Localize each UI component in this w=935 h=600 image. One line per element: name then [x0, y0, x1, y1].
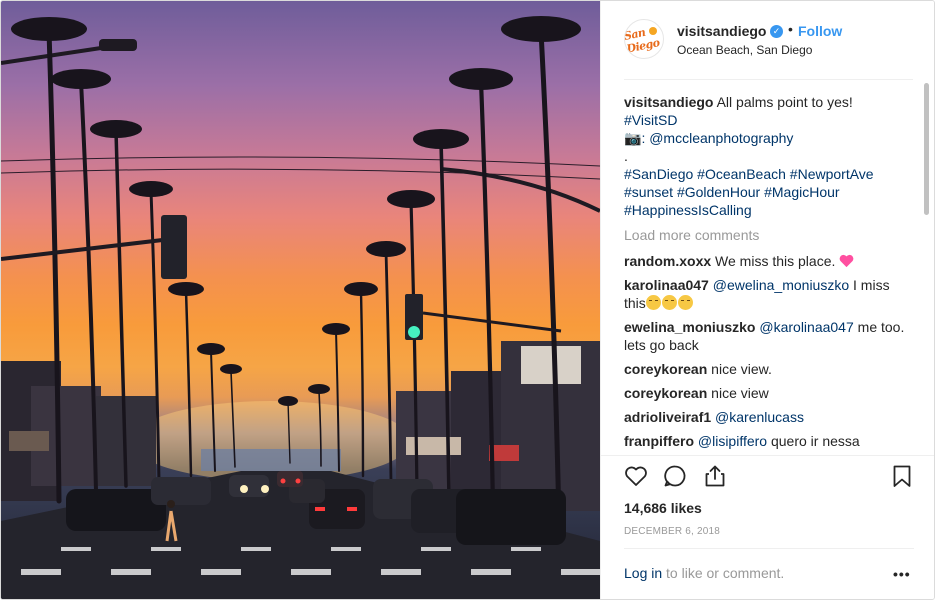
comment-username[interactable]: franpiffero	[624, 433, 694, 449]
load-more-comments-button[interactable]: Load more comments	[624, 226, 914, 244]
comment-text: nice view	[711, 385, 769, 401]
comment-button[interactable]	[662, 463, 690, 491]
like-button[interactable]	[623, 463, 651, 491]
crying-face-emoji-icon	[645, 295, 661, 310]
comment-username[interactable]: ewelina_moniuszko	[624, 319, 755, 335]
heart-icon	[625, 466, 647, 486]
comment-username[interactable]: coreykorean	[624, 361, 707, 377]
post-photo[interactable]	[1, 1, 600, 599]
divider	[624, 79, 913, 80]
login-prompt: Log in to like or comment.	[624, 565, 784, 581]
comments-list: visitsandiego All palms point to yes! #V…	[624, 93, 914, 455]
comment-username[interactable]: karolinaa047	[624, 277, 709, 293]
verified-badge-icon: ✓	[770, 25, 783, 38]
login-link[interactable]: Log in	[624, 565, 662, 581]
crying-face-emoji-icon	[661, 295, 677, 310]
divider	[601, 455, 934, 456]
login-prompt-text: to like or comment.	[662, 565, 785, 581]
post-side-panel: San Diego visitsandiego ✓ • Follow Ocean…	[600, 1, 934, 599]
comment-username[interactable]: adrioliveiraf1	[624, 409, 711, 425]
comment-text: quero ir nessa	[770, 433, 860, 449]
comment: franpiffero @lisipiffero quero ir nessa	[624, 432, 914, 450]
hashtag-link[interactable]: #GoldenHour	[677, 184, 760, 200]
hashtag-link[interactable]: #MagicHour	[764, 184, 839, 200]
comment-mention[interactable]: @ewelina_moniuszko	[713, 277, 849, 293]
hashtag-link[interactable]: #sunset	[624, 184, 673, 200]
heart-emoji-icon	[839, 254, 854, 268]
crying-face-emoji-icon	[677, 295, 693, 310]
separator-dot: •	[788, 21, 793, 37]
caption-text: All palms point to yes!	[716, 94, 853, 110]
comment-username[interactable]: coreykorean	[624, 385, 707, 401]
photo-illustration	[1, 16, 600, 599]
share-button[interactable]	[702, 463, 730, 491]
comment-text: nice view.	[711, 361, 772, 377]
follow-button[interactable]: Follow	[798, 23, 842, 39]
scrollbar-thumb[interactable]	[924, 83, 929, 215]
bookmark-icon	[893, 465, 911, 487]
caption-username[interactable]: visitsandiego	[624, 94, 713, 110]
camera-icon: 📷	[624, 130, 642, 146]
hashtag-link[interactable]: #HappinessIsCalling	[624, 202, 752, 218]
account-username[interactable]: visitsandiego	[677, 23, 766, 39]
comment: coreykorean nice view	[624, 384, 914, 402]
location-link[interactable]: Ocean Beach, San Diego	[677, 43, 812, 57]
photo-credit-mention[interactable]: : @mccleanphotography	[641, 130, 793, 146]
save-button[interactable]	[889, 463, 917, 491]
comment-icon	[664, 465, 686, 487]
share-icon	[705, 465, 725, 487]
hashtag-link[interactable]: #SanDiego	[624, 166, 693, 182]
hashtag-link[interactable]: #VisitSD	[624, 112, 677, 128]
comment: karolinaa047 @ewelina_moniuszko I miss t…	[624, 276, 914, 312]
caption: visitsandiego All palms point to yes! #V…	[624, 93, 914, 219]
more-options-button[interactable]: •••	[893, 566, 911, 582]
post-header: San Diego visitsandiego ✓ • Follow Ocean…	[601, 1, 934, 79]
comment-mention[interactable]: @lisipiffero	[698, 433, 767, 449]
comment: coreykorean nice view.	[624, 360, 914, 378]
divider	[624, 548, 914, 549]
comment: random.xoxx We miss this place.	[624, 252, 914, 270]
caption-dot: .	[624, 148, 628, 164]
comment-mention[interactable]: @karenlucass	[715, 409, 804, 425]
avatar-logo-text: San Diego	[624, 25, 661, 56]
comment-text: We miss this place.	[715, 253, 836, 269]
comment: ewelina_moniuszko @karolinaa047 me too. …	[624, 318, 914, 354]
hashtag-link[interactable]: #NewportAve	[790, 166, 874, 182]
likes-count[interactable]: 14,686 likes	[624, 500, 702, 516]
post-date[interactable]: DECEMBER 6, 2018	[624, 526, 720, 537]
comment-mention[interactable]: @karolinaa047	[759, 319, 853, 335]
hashtag-link[interactable]: #OceanBeach	[697, 166, 786, 182]
avatar[interactable]: San Diego	[624, 19, 664, 59]
comment: adrioliveiraf1 @karenlucass	[624, 408, 914, 426]
instagram-post: San Diego visitsandiego ✓ • Follow Ocean…	[0, 0, 935, 600]
comment-username[interactable]: random.xoxx	[624, 253, 711, 269]
comments-scrollbar[interactable]	[923, 81, 930, 455]
